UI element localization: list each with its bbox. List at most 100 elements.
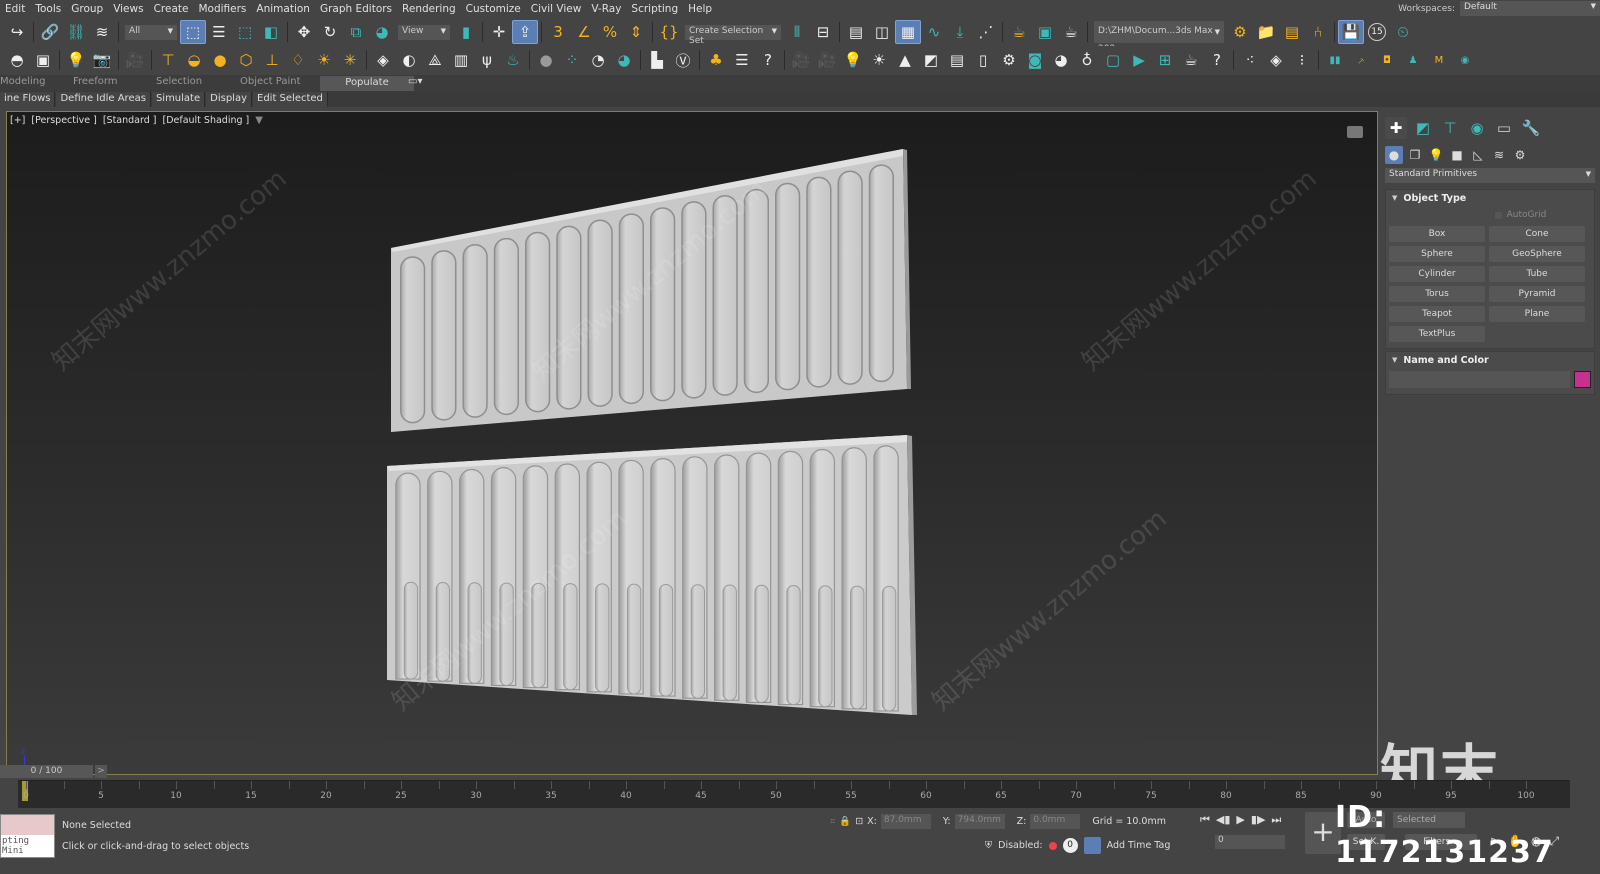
cylinder-button[interactable]: Cylinder [1389,266,1485,282]
disabled-count[interactable]: 0 [1062,838,1078,853]
autobackup-icon[interactable]: 💾 [1338,20,1364,44]
play-icon[interactable]: ▶ [1236,813,1244,827]
ribbon-edit-selected[interactable]: Edit Selected [253,91,328,107]
menu-civil-view[interactable]: Civil View [526,3,587,15]
plugin-pause-icon[interactable]: ▮▮ [1322,48,1348,72]
x-coordinate-field[interactable]: 87.0mm [880,814,931,829]
plane-button[interactable]: Plane [1489,306,1585,322]
z-coordinate-field[interactable]: 0.0mm [1030,814,1081,829]
perspective-viewport[interactable]: [+] [Perspective ] [Standard ] [Default … [6,111,1378,775]
modify-tab-icon[interactable]: ◩ [1412,117,1434,139]
vray-light-icon[interactable]: ⊤ [155,48,181,72]
vray-ies-light-icon[interactable]: ⊥ [259,48,285,72]
unlink-icon[interactable]: ⛓ [63,20,89,44]
vray-dome-light-icon[interactable]: ◒ [181,48,207,72]
isolate-icon[interactable]: ⌗ [830,816,835,827]
vray-add-camera-icon[interactable]: 🎥 [814,48,840,72]
vray-material-converter-icon[interactable]: ◕ [611,48,637,72]
vray-layout-icon[interactable]: ⊞ [1152,48,1178,72]
plugin-person-icon[interactable]: ♟ [1400,48,1426,72]
lock-icon[interactable]: 🔒 [839,816,851,827]
object-name-input[interactable] [1389,371,1570,388]
project-settings-icon[interactable]: ⚙ [1227,20,1253,44]
vray-list-icon[interactable]: ▤ [944,48,970,72]
geometry-icon[interactable]: ● [1385,146,1403,164]
menu-scripting[interactable]: Scripting [626,3,683,15]
project-folder-icon[interactable]: 📁 [1253,20,1279,44]
ribbon-define-idle-areas[interactable]: Define Idle Areas [56,91,151,107]
frame-counter[interactable]: 0 / 100 [0,765,93,778]
checkbox[interactable] [1493,210,1503,220]
project-tree-icon[interactable]: ⑃ [1305,20,1331,44]
vray-scatter-icon[interactable]: ♣ [703,48,729,72]
time-tag-icon[interactable] [1083,837,1101,854]
scale-icon[interactable]: ⧉ [343,20,369,44]
select-by-name-icon[interactable]: ☰ [206,20,232,44]
vray-window-icon[interactable]: ▢ [1100,48,1126,72]
percent-snap-icon[interactable]: % [597,20,623,44]
pivot-center-icon[interactable]: ▮ [453,20,479,44]
create-tab-icon[interactable]: ✚ [1385,117,1407,139]
project-structure-icon[interactable]: ▤ [1279,20,1305,44]
menu-edit[interactable]: Edit [0,3,30,15]
autobackup-count-icon[interactable]: 15 [1368,23,1386,41]
scene-explorer-icon[interactable]: ▤ [843,20,869,44]
systems-icon[interactable]: ⚙ [1511,146,1529,164]
vray-instancer-icon[interactable]: ▥ [448,48,474,72]
vray-sphere-light-icon[interactable]: ● [207,48,233,72]
vray-logo-icon[interactable]: Ⓥ [670,48,696,72]
menu-rendering[interactable]: Rendering [397,3,461,15]
vray-transform-icon[interactable]: ⁖ [1237,48,1263,72]
menu-modifiers[interactable]: Modifiers [193,3,251,15]
vray-material-palette-icon[interactable]: ◔ [585,48,611,72]
menu-help[interactable]: Help [683,3,717,15]
align-icon[interactable]: ⊟ [810,20,836,44]
rendered-frame-window-icon[interactable]: ▣ [1032,20,1058,44]
ribbon-tab-modeling[interactable]: Modeling [0,76,46,87]
lights-icon[interactable]: 💡 [1427,146,1445,164]
previous-frame-icon[interactable]: ◀▮ [1216,813,1231,827]
object-type-header[interactable]: ▼ Object Type [1386,190,1594,206]
bind-space-warp-icon[interactable]: ≋ [89,20,115,44]
shapes-icon[interactable]: ❐ [1406,146,1424,164]
sphere-button[interactable]: Sphere [1389,246,1485,262]
autogrid-checkbox[interactable]: AutoGrid [1386,206,1594,224]
window-crossing-icon[interactable]: ◧ [258,20,284,44]
plugin-m-icon[interactable]: M [1426,48,1452,72]
redo-icon[interactable]: ↪ [4,20,30,44]
go-to-end-icon[interactable]: ⏭ [1271,813,1281,827]
ribbon-simulate[interactable]: Simulate [151,91,206,107]
ribbon-tab-freeform[interactable]: Freeform [73,76,118,87]
menu-group[interactable]: Group [66,3,108,15]
maxscript-input[interactable] [1,815,54,835]
ribbon-tab-populate[interactable]: Populate [320,76,414,91]
pyramid-button[interactable]: Pyramid [1489,286,1585,302]
teapot-button[interactable]: Teapot [1389,306,1485,322]
menu-tools[interactable]: Tools [30,3,66,15]
rectangular-selection-icon[interactable]: ⬚ [232,20,258,44]
vray-bulb-icon[interactable]: 💡 [840,48,866,72]
mirror-icon[interactable]: ⫴ [784,20,810,44]
current-frame-field[interactable]: 0 [1215,835,1285,849]
render-production-icon[interactable]: ☕ [1058,20,1084,44]
box-button[interactable]: Box [1389,226,1485,242]
vray-gear-icon[interactable]: ⚙ [996,48,1022,72]
named-selection-dropdown[interactable]: Create Selection Set [685,24,781,46]
vray-play-window-icon[interactable]: ▶ [1126,48,1152,72]
vray-light-bulb-icon[interactable]: ♁ [1074,48,1100,72]
edit-named-selection-icon[interactable]: {} [656,20,682,44]
reference-coord-dropdown[interactable]: View [398,24,450,40]
vray-camera-icon[interactable]: 🎥 [788,48,814,72]
plugin-circle-icon[interactable]: ◉ [1452,48,1478,72]
time-slider[interactable]: 0 / 100 > [0,765,1600,779]
vray-sun-icon[interactable]: ☀ [311,48,337,72]
select-object-icon[interactable]: ⬚ [180,20,206,44]
cameras-icon[interactable]: ■ [1448,146,1466,164]
select-manipulate-icon[interactable]: ✛ [486,20,512,44]
ribbon-tab-selection[interactable]: Selection [156,76,202,87]
vray-light-lister-icon[interactable]: 💡 [63,48,89,72]
cone-button[interactable]: Cone [1489,226,1585,242]
keyboard-shortcut-override-icon[interactable]: ⇪ [512,20,538,44]
hierarchy-tab-icon[interactable]: ⊤ [1439,117,1461,139]
maxscript-listener[interactable]: pting Mini [0,814,55,858]
